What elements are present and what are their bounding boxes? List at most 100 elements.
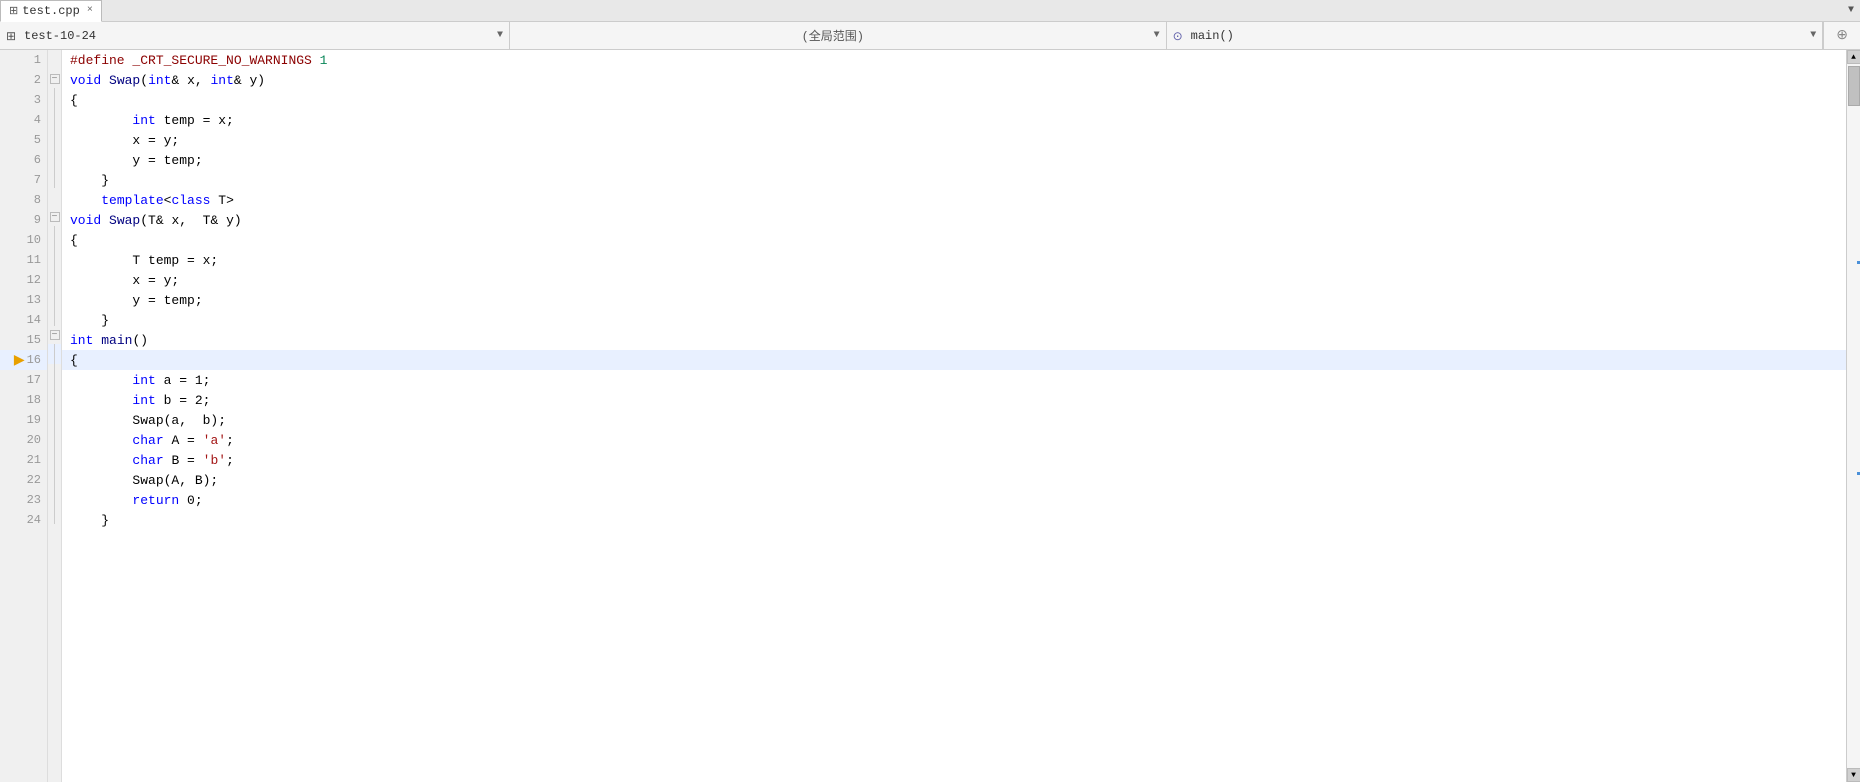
toolbar-scope-section: (全局范围) ▼ bbox=[510, 22, 1167, 49]
fold-vline-6 bbox=[54, 148, 55, 168]
token-kw: int bbox=[210, 73, 233, 88]
token-plain: { bbox=[70, 93, 78, 108]
line-num-text-20: 20 bbox=[27, 433, 41, 447]
fold-vline-5 bbox=[54, 128, 55, 148]
line-num-text-9: 9 bbox=[34, 213, 41, 227]
token-plain: y = temp; bbox=[70, 153, 203, 168]
line-num-text-12: 12 bbox=[27, 273, 41, 287]
fold-marker-21 bbox=[48, 444, 61, 464]
line-num-text-14: 14 bbox=[27, 313, 41, 327]
pin-button[interactable]: ⊕ bbox=[1830, 27, 1854, 44]
token-plain: { bbox=[70, 233, 78, 248]
fold-marker-15[interactable]: − bbox=[50, 330, 60, 340]
scroll-up-button[interactable]: ▲ bbox=[1847, 50, 1860, 64]
line-number-11: 11 bbox=[0, 250, 47, 270]
token-plain: ; bbox=[226, 453, 234, 468]
line-num-text-3: 3 bbox=[34, 93, 41, 107]
fold-marker-13 bbox=[48, 286, 61, 306]
line-number-17: 17 bbox=[0, 370, 47, 390]
token-plain: } bbox=[70, 313, 109, 328]
line-num-text-4: 4 bbox=[34, 113, 41, 127]
scroll-marker-2 bbox=[1857, 472, 1860, 475]
line-num-text-2: 2 bbox=[34, 73, 41, 87]
code-area[interactable]: #define _CRT_SECURE_NO_WARNINGS 1 void Sw… bbox=[62, 50, 1846, 782]
scrollbar-right[interactable]: ▲ ▼ bbox=[1846, 50, 1860, 782]
debug-arrow: ▶ bbox=[14, 352, 25, 369]
fold-marker-2[interactable]: − bbox=[50, 74, 60, 84]
fold-vline-21 bbox=[54, 444, 55, 464]
tab-close-button[interactable]: × bbox=[87, 5, 93, 16]
token-plain: temp = x; bbox=[156, 113, 234, 128]
token-plain bbox=[70, 113, 132, 128]
token-kw: return bbox=[132, 493, 179, 508]
line-numbers-column: 123456789101112131415▶161718192021222324 bbox=[0, 50, 48, 782]
line-num-text-17: 17 bbox=[27, 373, 41, 387]
token-kw: int bbox=[132, 393, 155, 408]
line-number-22: 22 bbox=[0, 470, 47, 490]
token-plain: & x, bbox=[171, 73, 210, 88]
tab-bar: ⊞ test.cpp × ▼ bbox=[0, 0, 1860, 22]
token-kw: int bbox=[132, 373, 155, 388]
token-plain bbox=[101, 73, 109, 88]
function-dropdown-arrow[interactable]: ▼ bbox=[1810, 30, 1816, 41]
line-num-text-8: 8 bbox=[34, 193, 41, 207]
fold-marker-8 bbox=[48, 188, 61, 208]
project-icon: ⊞ bbox=[6, 29, 20, 43]
line-num-text-15: 15 bbox=[27, 333, 41, 347]
tab-test-cpp[interactable]: ⊞ test.cpp × bbox=[0, 0, 102, 22]
code-line-15: int main() bbox=[62, 330, 1846, 350]
fold-vline-24 bbox=[54, 504, 55, 524]
code-line-17: int a = 1; bbox=[62, 370, 1846, 390]
scroll-thumb[interactable] bbox=[1848, 66, 1860, 106]
line-number-21: 21 bbox=[0, 450, 47, 470]
fold-marker-11 bbox=[48, 246, 61, 266]
toolbar-function-section: ⊙ main() ▼ bbox=[1167, 22, 1824, 49]
fold-vline-16 bbox=[54, 344, 55, 364]
fold-vline-4 bbox=[54, 108, 55, 128]
line-number-15: 15 bbox=[0, 330, 47, 350]
toolbar-pin-section: ⊕ bbox=[1823, 22, 1860, 49]
line-num-text-19: 19 bbox=[27, 413, 41, 427]
token-plain: Swap(A, B); bbox=[70, 473, 218, 488]
code-line-1: #define _CRT_SECURE_NO_WARNINGS 1 bbox=[62, 50, 1846, 70]
tab-dropdown-button[interactable]: ▼ bbox=[1842, 3, 1860, 18]
token-plain: } bbox=[70, 513, 109, 528]
fold-marker-24 bbox=[48, 504, 61, 524]
token-str: 'a' bbox=[203, 433, 226, 448]
token-kw: char bbox=[132, 453, 163, 468]
token-plain bbox=[101, 213, 109, 228]
fold-vline-12 bbox=[54, 266, 55, 286]
scroll-track[interactable] bbox=[1847, 64, 1860, 768]
line-number-4: 4 bbox=[0, 110, 47, 130]
fold-vline-14 bbox=[54, 306, 55, 326]
token-plain: ; bbox=[226, 433, 234, 448]
line-number-24: 24 bbox=[0, 510, 47, 530]
code-line-14: } bbox=[62, 310, 1846, 330]
token-plain: } bbox=[70, 173, 109, 188]
project-dropdown-arrow[interactable]: ▼ bbox=[497, 30, 503, 41]
scope-dropdown-arrow[interactable]: ▼ bbox=[1154, 30, 1160, 41]
fold-vline-10 bbox=[54, 226, 55, 246]
line-number-1: 1 bbox=[0, 50, 47, 70]
token-plain: & y) bbox=[234, 73, 265, 88]
fold-vline-23 bbox=[54, 484, 55, 504]
code-line-24: } bbox=[62, 510, 1846, 530]
tab-icon: ⊞ bbox=[9, 4, 18, 18]
token-kw: int bbox=[132, 113, 155, 128]
scroll-down-button[interactable]: ▼ bbox=[1847, 768, 1860, 782]
token-plain: A = bbox=[164, 433, 203, 448]
line-number-10: 10 bbox=[0, 230, 47, 250]
line-number-13: 13 bbox=[0, 290, 47, 310]
fold-marker-9[interactable]: − bbox=[50, 212, 60, 222]
token-plain: 0; bbox=[179, 493, 202, 508]
token-kw: void bbox=[70, 213, 101, 228]
token-kw: template bbox=[101, 193, 163, 208]
code-line-12: x = y; bbox=[62, 270, 1846, 290]
fold-marker-4 bbox=[48, 108, 61, 128]
function-label: main() bbox=[1191, 29, 1807, 43]
token-plain: Swap(a, b); bbox=[70, 413, 226, 428]
line-num-text-23: 23 bbox=[27, 493, 41, 507]
line-num-text-5: 5 bbox=[34, 133, 41, 147]
token-plain: ( bbox=[140, 73, 148, 88]
token-plain: x = y; bbox=[70, 273, 179, 288]
